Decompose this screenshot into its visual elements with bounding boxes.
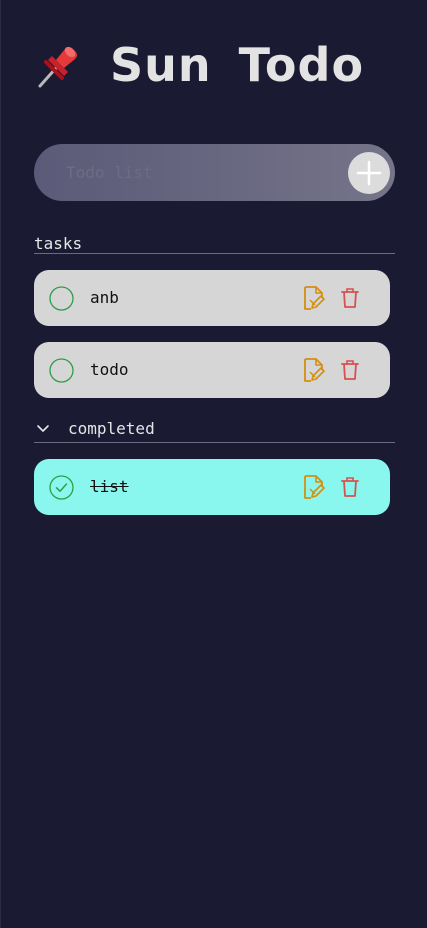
task-checkbox-icon[interactable]: [49, 286, 74, 311]
plus-icon: [356, 160, 382, 186]
edit-icon[interactable]: [302, 285, 326, 311]
task-checkbox-icon[interactable]: [49, 358, 74, 383]
app-title: Sun Todo: [110, 38, 365, 92]
app-header: Sun Todo: [34, 36, 364, 94]
add-todo-button[interactable]: [348, 152, 390, 194]
trash-icon[interactable]: [340, 287, 360, 309]
task-label: todo: [90, 360, 129, 379]
completed-task-label: list: [90, 477, 129, 496]
edit-icon[interactable]: [302, 474, 326, 500]
checked-circle-icon[interactable]: [49, 475, 74, 500]
completed-task-card: list: [34, 459, 390, 515]
tasks-section-title: tasks: [34, 233, 82, 253]
todo-input-bar: [34, 144, 395, 201]
chevron-down-icon: [37, 425, 49, 432]
todo-input[interactable]: [66, 144, 336, 201]
completed-section-label: completed: [68, 418, 155, 438]
task-card: todo: [34, 342, 390, 398]
pushpin-icon: [38, 46, 77, 88]
task-label: anb: [90, 288, 119, 307]
tasks-section-label: tasks: [34, 233, 83, 253]
completed-divider: [34, 442, 395, 443]
completed-section-toggle[interactable]: completed: [34, 418, 155, 438]
task-card: anb: [34, 270, 390, 326]
trash-icon[interactable]: [340, 476, 360, 498]
trash-icon[interactable]: [340, 359, 360, 381]
edit-icon[interactable]: [302, 357, 326, 383]
tasks-divider: [34, 253, 395, 254]
